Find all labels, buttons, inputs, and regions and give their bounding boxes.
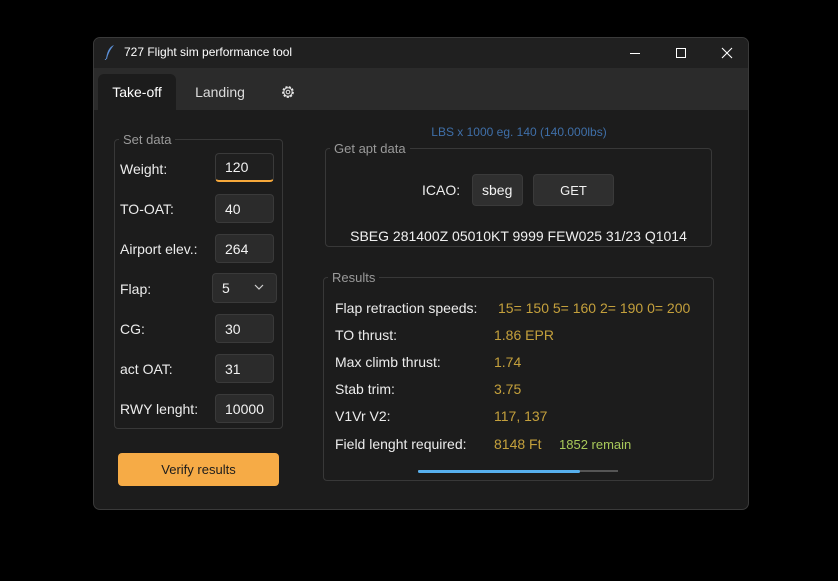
- v-speeds-label: V1Vr V2:: [335, 408, 391, 424]
- to-thrust-value: 1.86 EPR: [494, 327, 554, 343]
- max-climb-value: 1.74: [494, 354, 522, 370]
- flap-speeds-value: 15= 150 5= 160 2= 190 0= 200: [498, 300, 691, 316]
- weight-hint: LBS x 1000 eg. 140 (140.000lbs): [431, 125, 607, 139]
- weight-input[interactable]: [215, 153, 274, 182]
- airport-elev-label: Airport elev.:: [120, 241, 198, 257]
- max-climb-label: Max climb thrust:: [335, 354, 441, 370]
- cg-label: CG:: [120, 321, 145, 337]
- verify-results-button[interactable]: Verify results: [118, 453, 279, 486]
- flap-label: Flap:: [120, 281, 152, 297]
- field-length-label: Field lenght required:: [335, 436, 467, 452]
- v-speeds-value: 117, 137: [494, 408, 548, 424]
- flap-speeds-label: Flap retraction speeds:: [335, 300, 478, 316]
- weight-label: Weight:: [120, 161, 168, 177]
- icao-label: ICAO:: [422, 182, 461, 198]
- icao-input[interactable]: [472, 174, 523, 206]
- chevron-down-icon: [254, 284, 264, 290]
- results-legend: Results: [332, 270, 376, 285]
- flap-select[interactable]: 5: [212, 273, 277, 303]
- to-oat-input[interactable]: [215, 194, 274, 223]
- flap-select-value: 5: [222, 280, 230, 296]
- progress-bar: [418, 469, 618, 473]
- set-data-legend: Set data: [123, 132, 172, 147]
- minimize-icon: [630, 53, 640, 54]
- apt-data-legend: Get apt data: [334, 141, 406, 156]
- tab-bar: Take-off Landing: [94, 68, 748, 110]
- close-icon: [721, 47, 733, 59]
- field-length-value: 8148 Ft: [494, 436, 542, 452]
- tab-settings[interactable]: [266, 74, 310, 110]
- stab-trim-value: 3.75: [494, 381, 522, 397]
- feather-icon: [104, 45, 114, 60]
- tab-landing[interactable]: Landing: [182, 74, 258, 110]
- get-button[interactable]: GET: [533, 174, 614, 206]
- close-button[interactable]: [704, 38, 748, 68]
- to-oat-label: TO-OAT:: [120, 201, 174, 217]
- metar-text: SBEG 281400Z 05010KT 9999 FEW025 31/23 Q…: [350, 228, 687, 244]
- app-window: 727 Flight sim performance tool Take-off…: [93, 37, 749, 510]
- minimize-button[interactable]: [612, 38, 658, 68]
- maximize-button[interactable]: [658, 38, 704, 68]
- progress-fill: [418, 469, 580, 473]
- window-title: 727 Flight sim performance tool: [124, 45, 293, 59]
- act-oat-label: act OAT:: [120, 361, 173, 377]
- stab-trim-label: Stab trim:: [335, 381, 395, 397]
- rwy-length-label: RWY lenght:: [120, 401, 199, 417]
- title-bar: 727 Flight sim performance tool: [94, 38, 748, 68]
- act-oat-input[interactable]: [215, 354, 274, 383]
- to-thrust-label: TO thrust:: [335, 327, 397, 343]
- tab-takeoff[interactable]: Take-off: [98, 74, 176, 110]
- cg-input[interactable]: [215, 314, 274, 343]
- airport-elev-input[interactable]: [215, 234, 274, 263]
- maximize-icon: [676, 48, 686, 58]
- gear-icon: [282, 86, 294, 98]
- remain-text: 1852 remain: [559, 437, 632, 452]
- rwy-length-input[interactable]: [215, 394, 274, 423]
